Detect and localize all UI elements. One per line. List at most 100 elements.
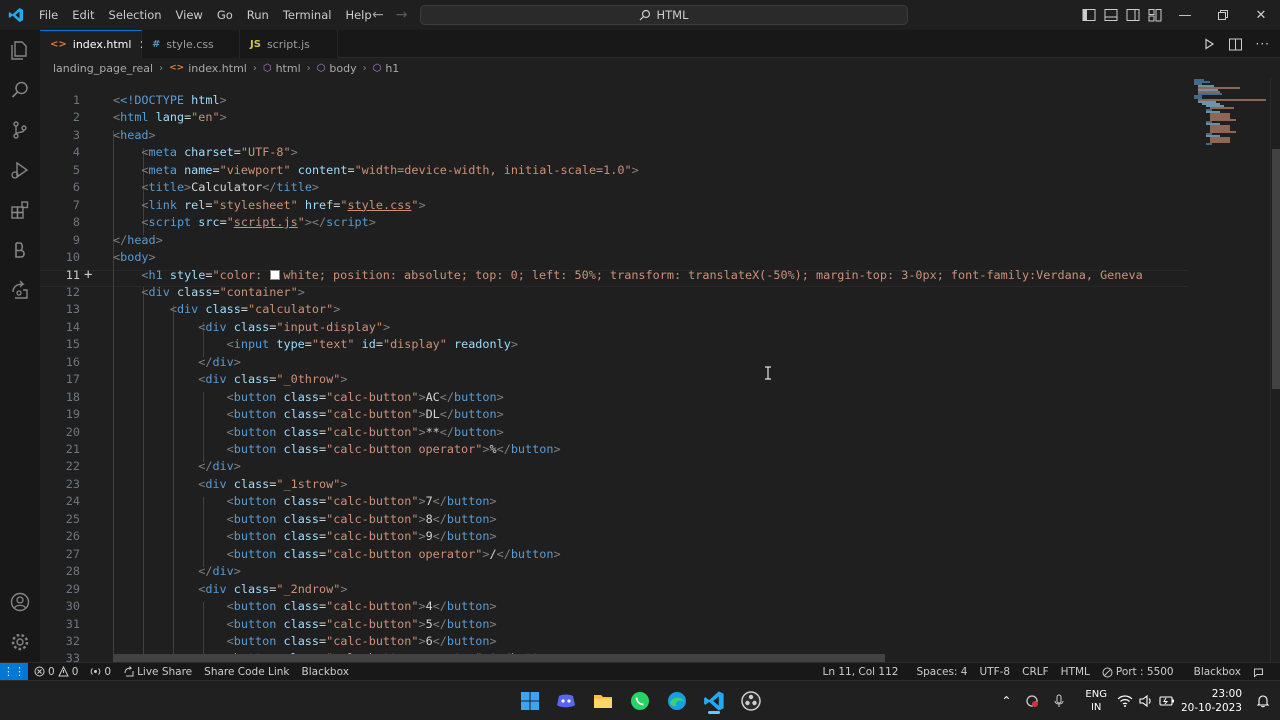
button-text-4: 4 [425, 599, 433, 614]
button-text-9: 9 [425, 529, 433, 544]
color-swatch-white[interactable] [270, 269, 281, 280]
add-comment-icon[interactable]: + [84, 267, 92, 284]
command-center-label: HTML [656, 8, 689, 22]
menu-terminal[interactable]: Terminal [276, 0, 339, 30]
blackbox-icon[interactable] [0, 230, 40, 270]
split-editor-icon[interactable] [1228, 38, 1242, 51]
horizontal-scroll-thumb[interactable] [113, 654, 885, 662]
restore-icon[interactable] [1204, 0, 1242, 30]
menu-go[interactable]: Go [210, 0, 240, 30]
breadcrumb-item[interactable]: ⬡ html [263, 62, 301, 75]
vscode-taskbar-icon[interactable] [700, 687, 728, 715]
container-class: "container" [219, 284, 298, 299]
text-cursor-icon [765, 366, 771, 380]
clock[interactable]: 23:00 20-10-2023 [1181, 687, 1242, 715]
lang-value: "en" [191, 110, 220, 125]
code-line-31: <button class="calc-button">5</button> [226, 616, 497, 631]
element-symbol-icon: ⬡ [372, 62, 382, 74]
obs-studio-icon[interactable] [737, 687, 765, 715]
encoding[interactable]: UTF-8 [974, 666, 1017, 678]
code-line-28: </div> [198, 564, 241, 579]
tab-label: index.html [72, 38, 132, 51]
button-text-6: 6 [425, 633, 433, 648]
href-link[interactable]: style.css [347, 198, 411, 212]
notifications-icon[interactable] [1247, 667, 1270, 678]
edge-browser-icon[interactable] [663, 687, 691, 715]
minimap[interactable] [1190, 78, 1270, 662]
breadcrumb-item[interactable]: ⬡ h1 [373, 62, 400, 75]
code-editor[interactable]: 1 2 3 4 5 6 7 8 9 10 11 12 13 14 15 16 17 18 19 20 21 22 23 24 2… [40, 78, 1188, 662]
search-sidebar-icon[interactable] [0, 70, 40, 110]
live-server-port[interactable]: Port : 5500 [1096, 666, 1180, 678]
input-language[interactable]: ENG IN [1085, 688, 1107, 714]
language-mode[interactable]: HTML [1055, 666, 1096, 678]
indentation[interactable]: Spaces: 4 [910, 666, 973, 678]
tab-script-js[interactable]: JS script.js [240, 30, 338, 58]
tab-label: script.js [266, 37, 310, 51]
clock-date: 20-10-2023 [1180, 702, 1242, 714]
file-explorer-icon[interactable] [589, 687, 617, 715]
h1-style-b: white; position: absolute; top: 0; left:… [283, 267, 1143, 282]
blackbox-status[interactable]: Blackbox [296, 666, 355, 678]
error-count: 0 [48, 665, 55, 678]
minimize-icon[interactable]: — [1166, 0, 1204, 30]
menu-view[interactable]: View [169, 0, 210, 30]
src-link[interactable]: script.js [234, 215, 298, 229]
remote-indicator-icon[interactable]: ⋮⋮ [0, 662, 28, 681]
button-class: "calc-button" [326, 616, 419, 631]
notification-bell-icon[interactable] [1256, 694, 1270, 708]
volume-icon[interactable] [1139, 694, 1153, 708]
more-actions-icon[interactable]: ··· [1256, 37, 1270, 51]
menu-edit[interactable]: Edit [65, 0, 101, 30]
source-control-icon[interactable] [0, 110, 40, 150]
command-center-search[interactable]: HTML [420, 5, 908, 25]
menu-selection[interactable]: Selection [102, 0, 169, 30]
windows-start-icon[interactable] [516, 687, 544, 715]
row1-class: "_1strow" [276, 476, 341, 491]
problems-indicator[interactable]: 0 0 [28, 666, 84, 678]
breadcrumb-item[interactable]: ⬡ body [317, 62, 357, 75]
vertical-scroll-thumb[interactable] [1272, 149, 1280, 389]
code-line-14: <div class="input-display"> [198, 319, 391, 334]
live-share-status[interactable]: Live Share [117, 666, 198, 678]
toggle-panel-icon[interactable] [1104, 8, 1118, 22]
tab-style-css[interactable]: # style.css [142, 30, 240, 58]
share-code-link-status[interactable]: Share Code Link [198, 666, 295, 678]
customize-layout-icon[interactable] [1148, 8, 1162, 22]
close-window-icon[interactable]: ✕ [1242, 0, 1280, 30]
cursor-position[interactable]: Ln 11, Col 112 [817, 666, 905, 678]
microphone-icon[interactable] [1053, 694, 1065, 708]
code-line-26: <button class="calc-button">9</button> [226, 529, 497, 544]
input-display-class: "input-display" [276, 319, 383, 334]
extensions-icon[interactable] [0, 190, 40, 230]
vertical-scrollbar[interactable] [1270, 78, 1280, 662]
tray-app-icon[interactable] [1025, 694, 1039, 708]
eol[interactable]: CRLF [1016, 666, 1055, 678]
wifi-icon[interactable] [1117, 694, 1133, 708]
forward-arrow-icon[interactable]: → [396, 7, 408, 23]
tab-index-html[interactable]: <>index.html✕ [40, 30, 149, 58]
run-debug-icon[interactable] [0, 150, 40, 190]
live-share-icon[interactable] [0, 270, 40, 310]
blackbox-right-status[interactable]: Blackbox [1188, 666, 1247, 678]
toggle-secondary-sidebar-icon[interactable] [1126, 8, 1140, 22]
back-arrow-icon[interactable]: ← [372, 7, 384, 23]
meta-name-value: "viewport" [219, 162, 291, 177]
menu-run[interactable]: Run [240, 0, 276, 30]
battery-icon[interactable] [1159, 694, 1175, 708]
show-hidden-icons-icon[interactable]: ⌃ [1001, 694, 1011, 708]
explorer-icon[interactable] [0, 30, 40, 70]
discord-icon[interactable] [552, 687, 580, 715]
breadcrumb-item[interactable]: <> index.html [169, 62, 247, 75]
breadcrumb-item[interactable]: landing_page_real [53, 62, 153, 75]
clock-time: 23:00 [1211, 688, 1242, 700]
toggle-primary-sidebar-icon[interactable] [1082, 8, 1096, 22]
accounts-icon[interactable] [0, 582, 40, 622]
manage-gear-icon[interactable] [0, 622, 40, 662]
run-icon[interactable] [1203, 38, 1215, 50]
language-code: ENG [1085, 689, 1107, 700]
element-symbol-icon: ⬡ [262, 62, 272, 74]
whatsapp-icon[interactable] [626, 687, 654, 715]
ports-indicator[interactable]: 0 [84, 666, 117, 678]
menu-file[interactable]: File [32, 0, 65, 30]
